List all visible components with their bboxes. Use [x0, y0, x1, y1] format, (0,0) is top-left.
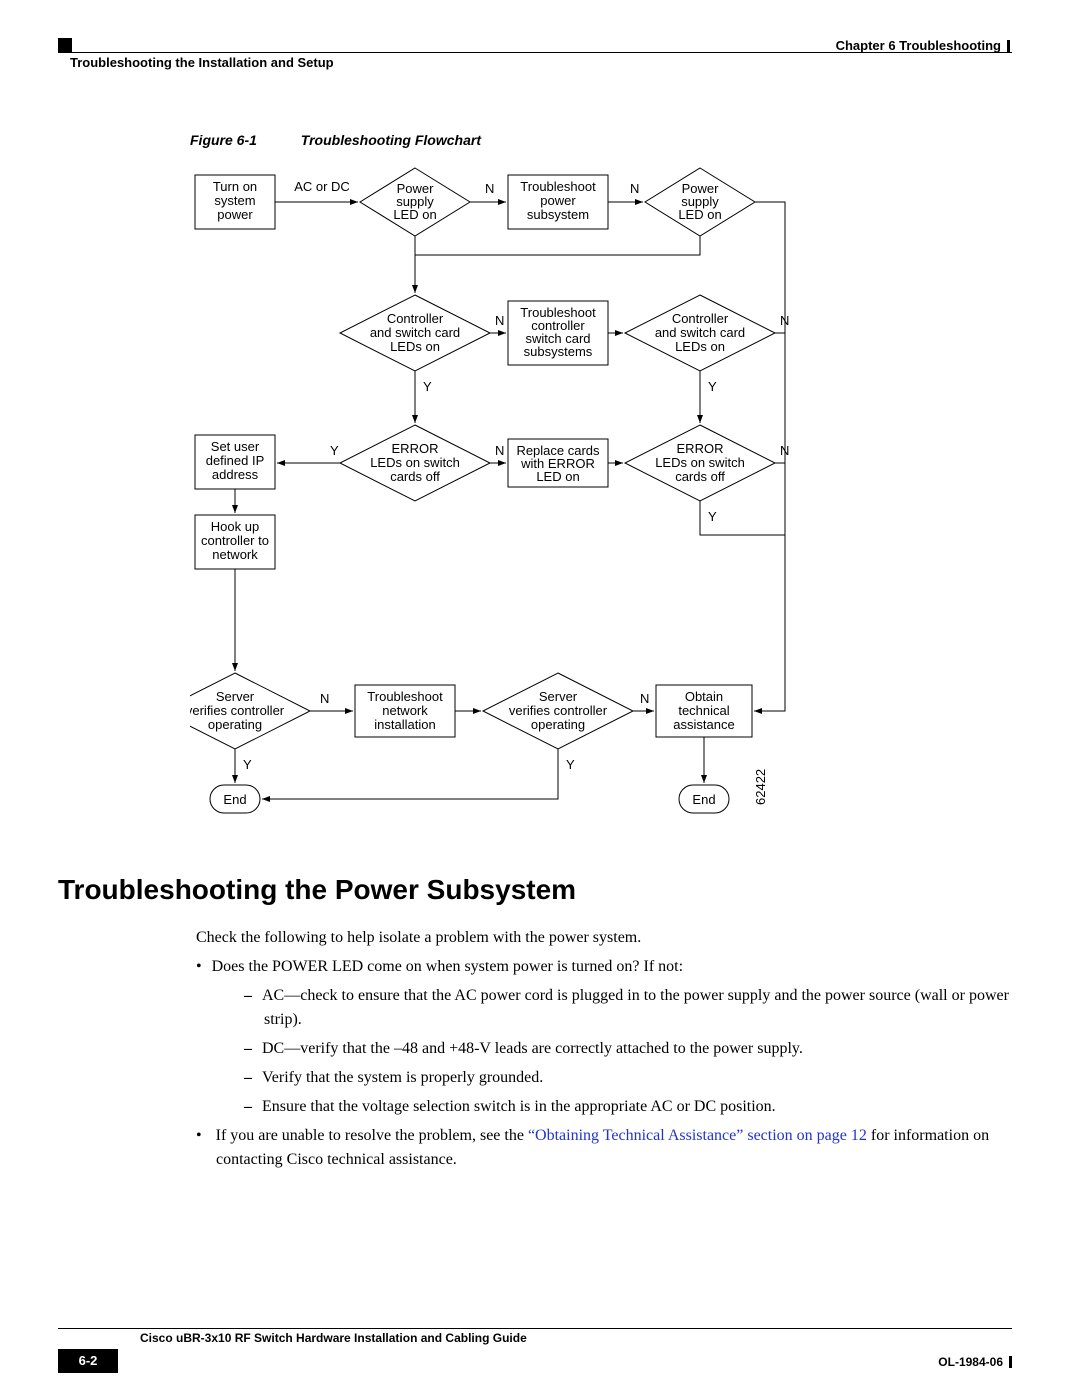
node-ctrl-led-1: Controllerand switch cardLEDs on [370, 311, 460, 354]
intro-paragraph: Check the following to help isolate a pr… [196, 926, 1010, 949]
label-n: N [495, 313, 504, 328]
label-n: N [495, 443, 504, 458]
footer-doc-id: OL-1984-06 [938, 1355, 1012, 1369]
body-text: Check the following to help isolate a pr… [196, 926, 1010, 1177]
bullet-1: Does the POWER LED come on when system p… [196, 955, 1010, 1118]
node-set-ip: Set userdefined IPaddress [206, 439, 265, 482]
node-err-led-2: ERRORLEDs on switchcards off [655, 441, 745, 484]
node-err-led-1: ERRORLEDs on switchcards off [370, 441, 460, 484]
header-section: Troubleshooting the Installation and Set… [70, 55, 334, 70]
link-tech-assist[interactable]: “Obtaining Technical Assistance” section… [528, 1127, 867, 1144]
label-y: Y [566, 757, 575, 772]
figure-caption: Figure 6-1 Troubleshooting Flowchart [190, 132, 481, 148]
label-y: Y [330, 443, 339, 458]
sub-4: Ensure that the voltage selection switch… [244, 1095, 1010, 1118]
node-ts-ctrl: Troubleshootcontrollerswitch cardsubsyst… [520, 305, 596, 359]
header-marker [58, 38, 72, 52]
sub-2: DC—verify that the –48 and +48-V leads a… [244, 1037, 1010, 1060]
flowchart: Turn onsystempower AC or DC PowersupplyL… [190, 155, 950, 835]
bullet-2-pre: If you are unable to resolve the problem… [216, 1127, 528, 1144]
node-replace: Replace cardswith ERRORLED on [516, 443, 600, 484]
node-ps-led-2: PowersupplyLED on [678, 181, 721, 222]
figure-image-id: 62422 [753, 769, 768, 805]
label-n: N [780, 443, 789, 458]
sub-1: AC—check to ensure that the AC power cor… [244, 984, 1010, 1030]
figure-title: Troubleshooting Flowchart [301, 132, 481, 148]
label-y: Y [708, 379, 717, 394]
node-hook-up: Hook upcontroller tonetwork [201, 519, 269, 562]
header-chapter-text: Chapter 6 Troubleshooting [836, 38, 1001, 53]
figure-number: Figure 6-1 [190, 132, 257, 148]
node-ctrl-led-2: Controllerand switch cardLEDs on [655, 311, 745, 354]
bullet-2: If you are unable to resolve the problem… [196, 1124, 1010, 1170]
label-n: N [780, 313, 789, 328]
node-server-1: Serververifies controlleroperating [190, 689, 285, 732]
header-bar-icon [1007, 40, 1010, 52]
footer-page-number: 6-2 [58, 1349, 118, 1373]
node-end-left: End [223, 792, 246, 807]
footer-title: Cisco uBR-3x10 RF Switch Hardware Instal… [140, 1331, 527, 1345]
bullet-1-text: Does the POWER LED come on when system p… [212, 958, 683, 975]
footer-bar-icon [1009, 1356, 1012, 1368]
header-chapter: Chapter 6 Troubleshooting [836, 38, 1010, 53]
node-ps-led-1: PowersupplyLED on [393, 181, 436, 222]
label-y: Y [708, 509, 717, 524]
node-end-right: End [692, 792, 715, 807]
label-n: N [485, 181, 494, 196]
label-n: N [640, 691, 649, 706]
node-turn-on: Turn onsystempower [213, 179, 257, 222]
node-ts-power: Troubleshootpowersubsystem [520, 179, 596, 222]
section-title: Troubleshooting the Power Subsystem [58, 874, 576, 906]
node-server-2: Serververifies controlleroperating [509, 689, 608, 732]
label-y: Y [243, 757, 252, 772]
label-ac-dc: AC or DC [294, 179, 350, 194]
sub-3: Verify that the system is properly groun… [244, 1066, 1010, 1089]
footer-doc-text: OL-1984-06 [938, 1355, 1003, 1369]
label-n: N [320, 691, 329, 706]
page: Chapter 6 Troubleshooting Troubleshootin… [0, 0, 1080, 1397]
node-ts-net: Troubleshootnetworkinstallation [367, 689, 443, 732]
node-obtain: Obtaintechnicalassistance [673, 689, 734, 732]
label-n: N [630, 181, 639, 196]
label-y: Y [423, 379, 432, 394]
footer-rule [58, 1328, 1012, 1329]
